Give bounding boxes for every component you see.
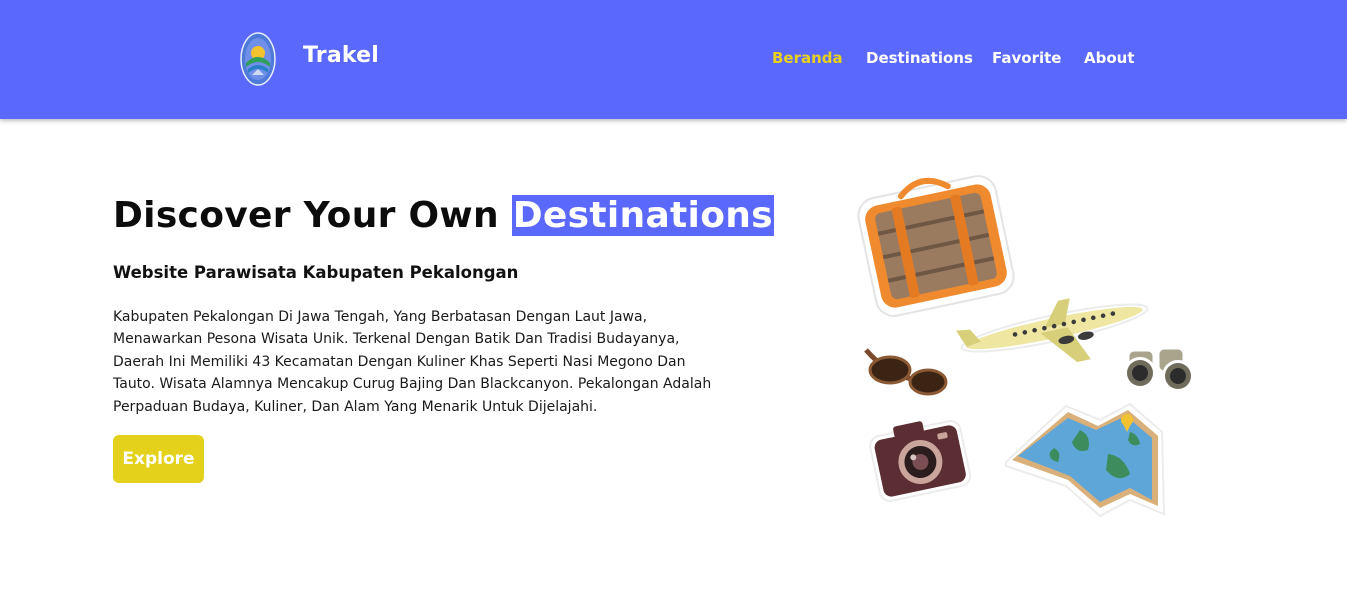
suitcase-icon — [857, 175, 1015, 317]
nav-about[interactable]: About — [1084, 49, 1135, 67]
hero-title-highlight: Destinations — [511, 195, 774, 236]
hero-title-prefix: Discover Your Own — [113, 195, 499, 236]
nav-destinations[interactable]: Destinations — [866, 49, 973, 67]
nav-favorite[interactable]: Favorite — [992, 49, 1061, 67]
navbar: Trakel Beranda Destinations Favorite Abo… — [0, 0, 1347, 119]
travel-illustration — [857, 175, 1194, 518]
hero-description: Kabupaten Pekalongan Di Jawa Tengah, Yan… — [113, 309, 712, 415]
map-icon — [1005, 402, 1166, 518]
nav-beranda[interactable]: Beranda — [772, 49, 843, 67]
sunglasses-icon — [862, 346, 948, 396]
hero-title: Discover Your Own Destinations — [113, 189, 774, 242]
camera-icon — [869, 419, 972, 502]
binoculars-icon — [1124, 346, 1194, 392]
pekalongan-emblem-icon[interactable] — [238, 29, 278, 89]
explore-button[interactable]: Explore — [113, 435, 204, 483]
brand-name[interactable]: Trakel — [303, 43, 379, 68]
hero-subtitle: Website Parawisata Kabupaten Pekalongan — [113, 263, 519, 282]
